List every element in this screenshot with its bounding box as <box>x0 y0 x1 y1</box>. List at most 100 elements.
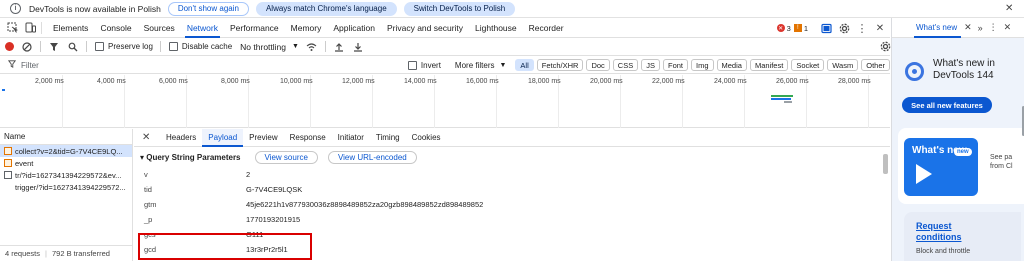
network-settings-gear-icon[interactable] <box>879 41 891 53</box>
switch-to-polish-button[interactable]: Switch DevTools to Polish <box>403 1 516 16</box>
param-key: _p <box>144 215 153 224</box>
video-thumbnail[interactable]: What's new new <box>904 138 978 196</box>
chip-manifest[interactable]: Manifest <box>749 59 789 71</box>
highlight-annotation-box <box>138 233 312 260</box>
name-column-header[interactable]: Name <box>0 129 132 145</box>
dock-icon[interactable] <box>820 22 832 34</box>
tab-payload[interactable]: Payload <box>202 128 244 147</box>
param-row: tid G-7V4CE9LQSK <box>134 182 890 197</box>
tick-label: 20,000 ms <box>590 78 623 85</box>
scrollbar-thumb[interactable] <box>883 154 888 174</box>
checkbox-box[interactable] <box>407 60 417 70</box>
view-url-encoded-button[interactable]: View URL-encoded <box>327 150 417 164</box>
network-timeline-overview[interactable]: 2,000 ms 4,000 ms 6,000 ms 8,000 ms 10,0… <box>0 75 890 128</box>
xhr-icon <box>4 147 12 155</box>
chip-fetch-xhr[interactable]: Fetch/XHR <box>536 59 584 71</box>
chip-all[interactable]: All <box>515 59 534 71</box>
chip-media[interactable]: Media <box>716 59 747 71</box>
invert-checkbox[interactable]: Invert <box>407 60 441 70</box>
tab-lighthouse[interactable]: Lighthouse <box>469 18 523 38</box>
issues-badge[interactable]: ✕ 3 ! 1 <box>776 24 808 33</box>
filter-bar: Filter Invert More filters ▼ All Fetch/X… <box>0 57 890 74</box>
tab-privacy-security[interactable]: Privacy and security <box>381 18 469 38</box>
more-options-icon[interactable]: ⋮ <box>856 22 868 35</box>
tab-timing[interactable]: Timing <box>370 129 406 147</box>
record-icon[interactable] <box>5 42 14 51</box>
tab-sources[interactable]: Sources <box>138 18 181 38</box>
preserve-log-label: Preserve log <box>108 42 153 51</box>
checkbox-box[interactable] <box>95 42 104 51</box>
throttling-select[interactable]: No throttling ▼ <box>240 42 299 52</box>
filter-funnel-icon <box>7 60 17 70</box>
device-toolbar-icon[interactable] <box>24 22 36 34</box>
tab-headers[interactable]: Headers <box>160 129 202 147</box>
request-name: tr/?id=1627341394229572&ev... <box>15 170 122 180</box>
chip-js[interactable]: JS <box>641 59 660 71</box>
request-row[interactable]: tr/?id=1627341394229572&ev... <box>0 169 132 181</box>
tab-elements[interactable]: Elements <box>47 18 94 38</box>
search-icon[interactable] <box>67 41 79 53</box>
request-list: Name collect?v=2&tid=G-7V4CE9LQ... event… <box>0 129 133 261</box>
tab-performance[interactable]: Performance <box>224 18 285 38</box>
checkbox-box[interactable] <box>168 42 178 51</box>
filter-funnel-icon[interactable] <box>48 41 60 53</box>
close-icon[interactable]: ✕ <box>964 22 972 33</box>
preserve-log-checkbox[interactable]: Preserve log <box>95 42 153 51</box>
tick-label: 18,000 ms <box>528 78 561 85</box>
request-name: collect?v=2&tid=G-7V4CE9LQ... <box>15 146 123 156</box>
tick-label: 28,000 ms <box>838 78 871 85</box>
filter-input[interactable]: Filter <box>0 59 394 72</box>
close-icon[interactable]: ✕ <box>1005 3 1013 14</box>
import-har-icon[interactable] <box>333 41 345 53</box>
chip-img[interactable]: Img <box>691 59 714 71</box>
see-past-text[interactable]: See pa from Cl <box>990 153 1013 171</box>
always-match-language-button[interactable]: Always match Chrome's language <box>255 1 397 16</box>
param-key: v <box>144 170 148 179</box>
chip-font[interactable]: Font <box>662 59 688 71</box>
settings-gear-icon[interactable] <box>838 22 850 34</box>
tab-application[interactable]: Application <box>327 18 381 38</box>
tab-whats-new[interactable]: What's new <box>913 23 962 38</box>
chrome-logo-icon <box>905 62 924 81</box>
tab-cookies[interactable]: Cookies <box>406 129 447 147</box>
tick-label: 24,000 ms <box>714 78 747 85</box>
request-row[interactable]: trigger/?id=1627341394229572... <box>0 181 132 193</box>
param-value: 2 <box>246 170 251 179</box>
dont-show-again-button[interactable]: Don't show again <box>167 1 249 16</box>
export-har-icon[interactable] <box>352 41 364 53</box>
close-icon[interactable]: ✕ <box>1004 22 1012 33</box>
request-conditions-link[interactable]: Request conditions <box>916 221 976 243</box>
tab-preview[interactable]: Preview <box>243 129 283 147</box>
more-filters-dropdown[interactable]: More filters ▼ <box>455 61 507 70</box>
chip-socket[interactable]: Socket <box>791 59 825 71</box>
error-icon: ✕ <box>776 24 785 32</box>
request-row[interactable]: event <box>0 157 132 169</box>
tab-network[interactable]: Network <box>181 18 224 38</box>
inspect-element-icon[interactable] <box>6 22 18 34</box>
chevron-double-right-icon[interactable]: » <box>978 23 983 33</box>
video-card[interactable]: What's new new See pa from Cl <box>898 128 1024 204</box>
disable-cache-checkbox[interactable]: Disable cache <box>168 42 232 51</box>
tab-console[interactable]: Console <box>94 18 137 38</box>
section-title[interactable]: ▾ Query String Parameters <box>140 153 241 162</box>
tick-label: 12,000 ms <box>342 78 375 85</box>
tab-response[interactable]: Response <box>284 129 332 147</box>
chip-other[interactable]: Other <box>861 59 890 71</box>
network-toolbar: Preserve log Disable cache No throttling… <box>0 38 890 56</box>
more-options-icon[interactable]: ⋮ <box>989 22 998 33</box>
close-icon[interactable]: ✕ <box>142 132 154 143</box>
timeline-bar <box>784 101 792 103</box>
tab-initiator[interactable]: Initiator <box>332 129 370 147</box>
clear-icon[interactable] <box>21 41 33 53</box>
chip-doc[interactable]: Doc <box>586 59 610 71</box>
request-row[interactable]: collect?v=2&tid=G-7V4CE9LQ... <box>0 145 132 157</box>
close-devtools-icon[interactable]: ✕ <box>874 22 886 34</box>
view-source-button[interactable]: View source <box>254 150 318 164</box>
xhr-icon <box>4 159 12 167</box>
chip-css[interactable]: CSS <box>612 59 639 71</box>
tab-recorder[interactable]: Recorder <box>523 18 570 38</box>
chip-wasm[interactable]: Wasm <box>827 59 859 71</box>
tab-memory[interactable]: Memory <box>285 18 328 38</box>
network-conditions-icon[interactable] <box>306 41 318 53</box>
see-all-features-button[interactable]: See all new features <box>902 97 992 113</box>
